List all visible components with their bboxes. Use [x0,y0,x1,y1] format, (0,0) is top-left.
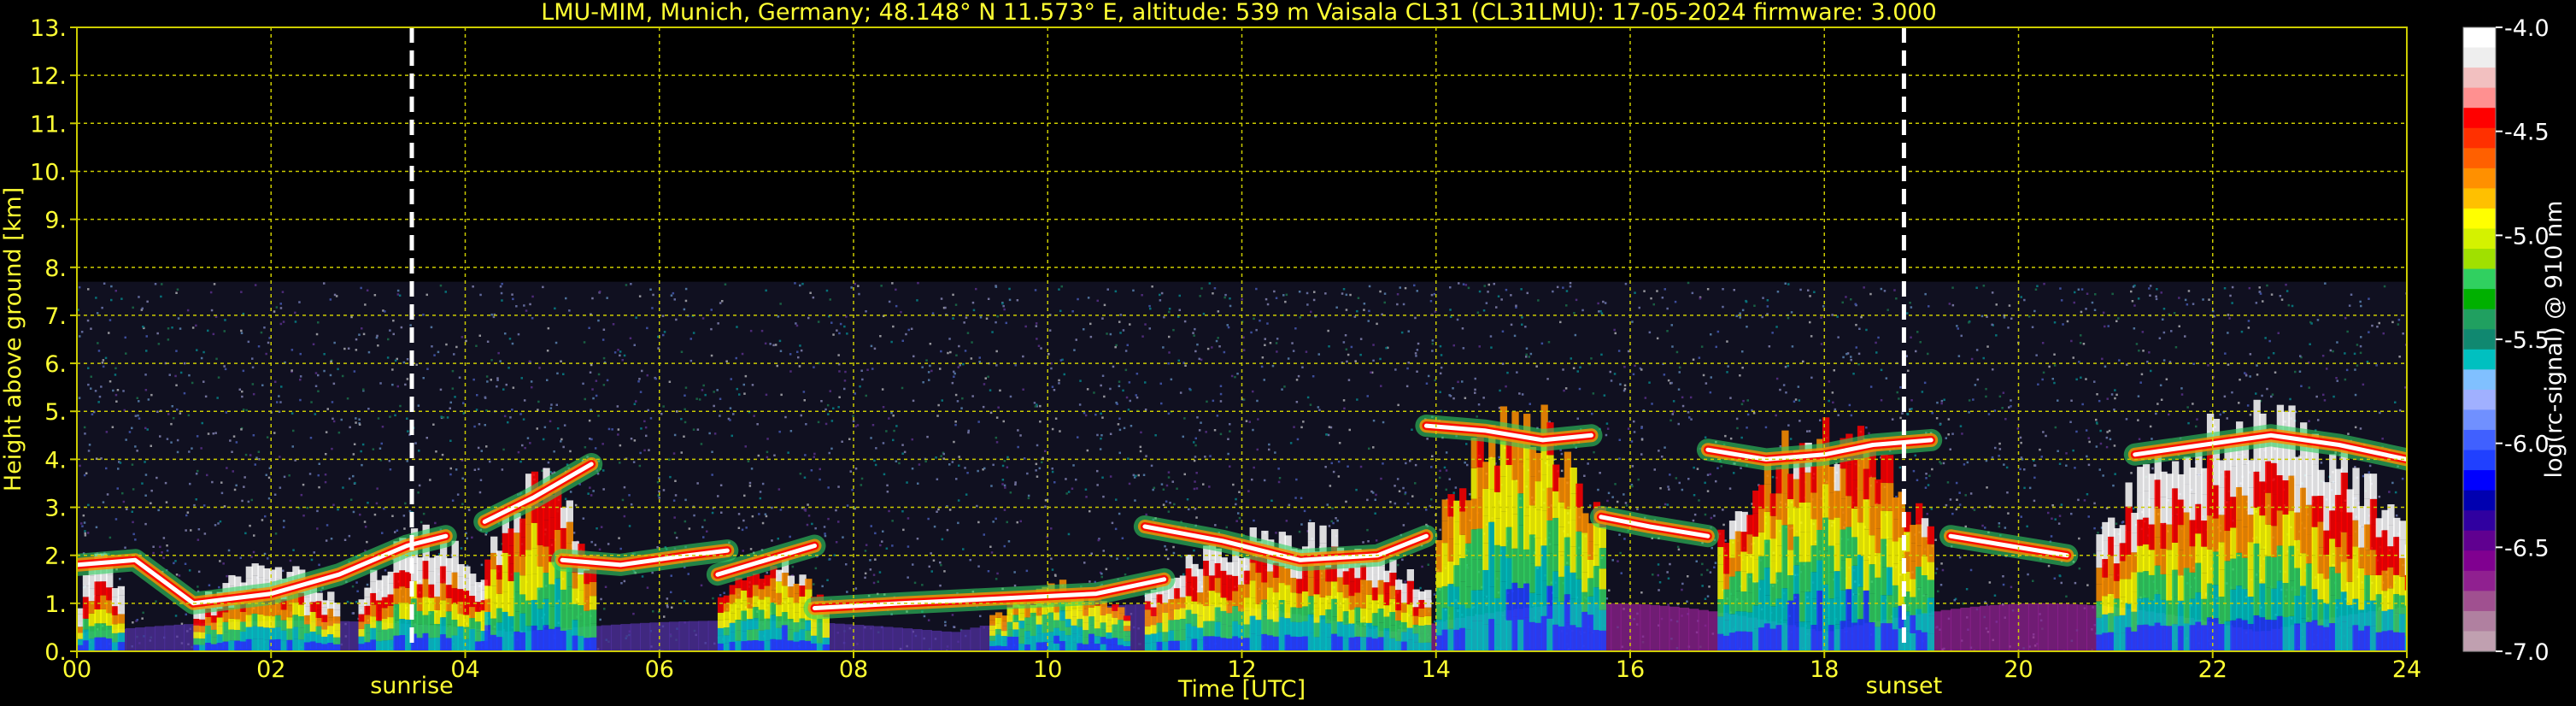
chart-title: LMU-MIM, Munich, Germany; 48.148° N 11.5… [541,0,1937,26]
x-axis-label: Time [UTC] [1177,676,1306,703]
x-tick-label: 16 [1616,656,1645,683]
x-tick-label: 14 [1422,656,1451,683]
x-tick-label: 20 [2004,656,2033,683]
y-tick-label: 1. [44,591,67,618]
x-tick-label: 08 [839,656,868,683]
y-tick-label: 0. [44,639,67,666]
colorbar-tick-label: -4.0 [2504,15,2550,42]
colorbar-label: log(rc-signal) @ 910 nm [2541,201,2567,479]
colorbar-swatch [2463,510,2496,532]
colorbar-swatch [2463,87,2496,109]
colorbar-tick-label: -7.0 [2504,639,2550,666]
colorbar-swatch [2463,610,2496,632]
y-tick-label: 12. [30,63,67,90]
colorbar-swatch [2463,268,2496,290]
colorbar-swatch [2463,591,2496,612]
event-label-sunrise: sunrise [370,673,454,699]
colorbar-swatch [2463,490,2496,511]
colorbar-swatch [2463,550,2496,572]
colorbar-tick-label: -4.5 [2504,120,2550,146]
colorbar-swatch [2463,148,2496,169]
colorbar-swatch [2463,631,2496,652]
colorbar-swatch [2463,249,2496,270]
colorbar-swatch [2463,389,2496,411]
y-tick-label: 5. [44,399,67,426]
plot-content [77,281,2407,651]
colorbar-swatch [2463,127,2496,149]
plot-area [77,281,2407,651]
colorbar-swatch [2463,329,2496,350]
colorbar-swatch [2463,108,2496,129]
colorbar-swatch [2463,228,2496,250]
colorbar-swatch [2463,47,2496,68]
y-tick-label: 2. [44,544,67,570]
y-tick-label: 7. [44,303,67,330]
y-tick-label: 13. [30,15,67,42]
colorbar-swatch [2463,429,2496,451]
colorbar-swatch [2463,168,2496,189]
colorbar-swatch [2463,309,2496,330]
y-axis-label: Height above ground [km] [0,187,26,491]
x-tick-label: 18 [1810,656,1839,683]
colorbar-swatch [2463,450,2496,471]
colorbar-tick-label: -6.5 [2504,535,2550,562]
colorbar-swatch [2463,570,2496,591]
ceilometer-chart: LMU-MIM, Munich, Germany; 48.148° N 11.5… [0,0,2576,706]
colorbar-swatch [2463,27,2496,49]
y-tick-label: 6. [44,351,67,378]
y-tick-label: 8. [44,256,67,282]
y-tick-label: 11. [30,111,67,138]
y-tick-label: 9. [44,208,67,234]
colorbar-swatch [2463,289,2496,310]
colorbar-swatch [2463,208,2496,230]
event-label-sunset: sunset [1866,673,1943,699]
y-tick-label: 3. [44,496,67,522]
x-tick-label: 10 [1033,656,1062,683]
x-tick-label: 22 [2198,656,2227,683]
colorbar-swatch [2463,188,2496,209]
x-tick-label: 24 [2392,656,2421,683]
colorbar-swatch [2463,369,2496,391]
y-tick-label: 10. [30,159,67,185]
colorbar-swatch [2463,349,2496,370]
x-tick-label: 04 [450,656,479,683]
x-tick-label: 02 [256,656,285,683]
colorbar-swatch [2463,530,2496,551]
colorbar-swatch [2463,68,2496,89]
y-tick-label: 4. [44,447,67,474]
colorbar-swatch [2463,470,2496,491]
x-tick-label: 06 [645,656,674,683]
colorbar-swatch [2463,409,2496,431]
